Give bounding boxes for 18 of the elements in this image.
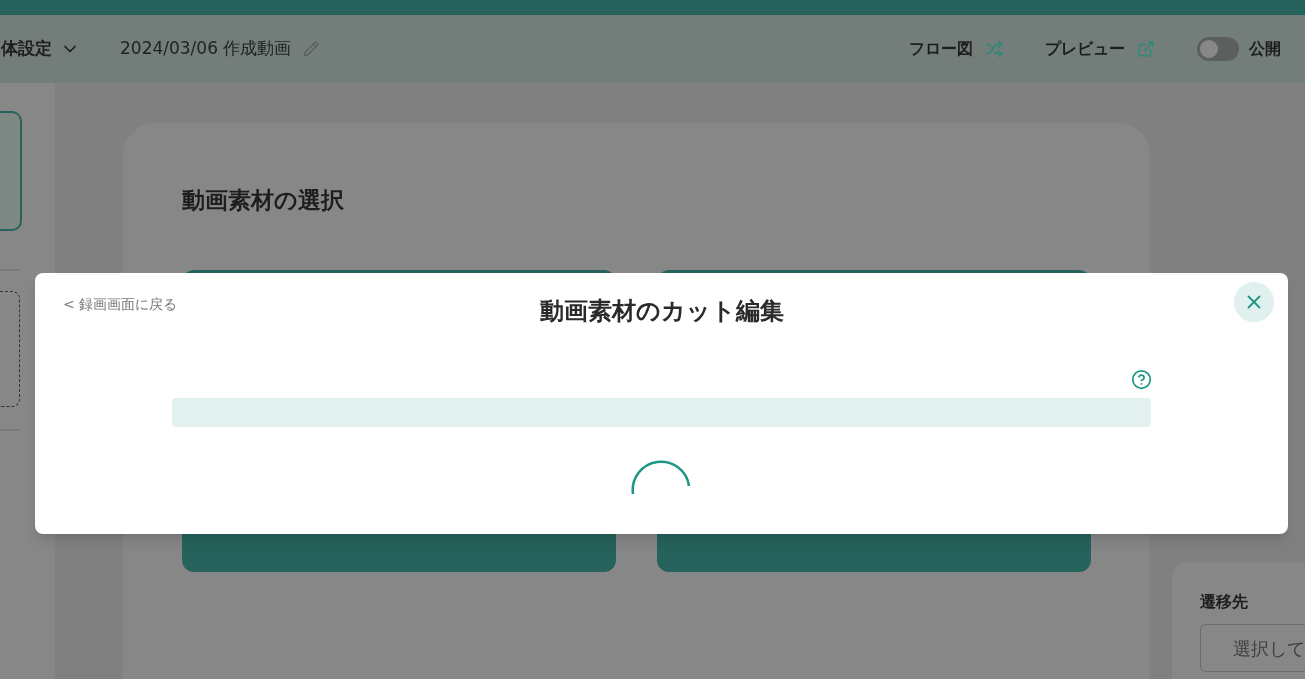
back-link[interactable]: < 録画画面に戻る	[63, 294, 178, 315]
section-title: 動画素材の選択	[182, 186, 345, 215]
menu-dropdown[interactable]: 体設定	[1, 36, 80, 62]
publish-toggle[interactable]	[1197, 37, 1239, 61]
header-action-link[interactable]: フロー図	[909, 37, 1003, 61]
close-button[interactable]	[1234, 282, 1274, 322]
sidebar-card[interactable]	[0, 111, 22, 231]
external-link-icon	[1137, 40, 1155, 58]
side-panel-label: 遷移先	[1200, 591, 1249, 613]
dashed-drop-area[interactable]	[0, 291, 20, 407]
select-field[interactable]: 選択して	[1200, 624, 1305, 672]
header-action-link[interactable]: プレビュー	[1045, 37, 1155, 61]
shuffle-icon	[985, 40, 1003, 58]
help-icon[interactable]	[1131, 369, 1152, 390]
pencil-icon[interactable]	[303, 41, 320, 57]
project-title: 2024/03/06 作成動画	[120, 37, 292, 61]
modal-title: 動画素材のカット編集	[539, 296, 784, 327]
publish-label: 公開	[1249, 38, 1281, 60]
